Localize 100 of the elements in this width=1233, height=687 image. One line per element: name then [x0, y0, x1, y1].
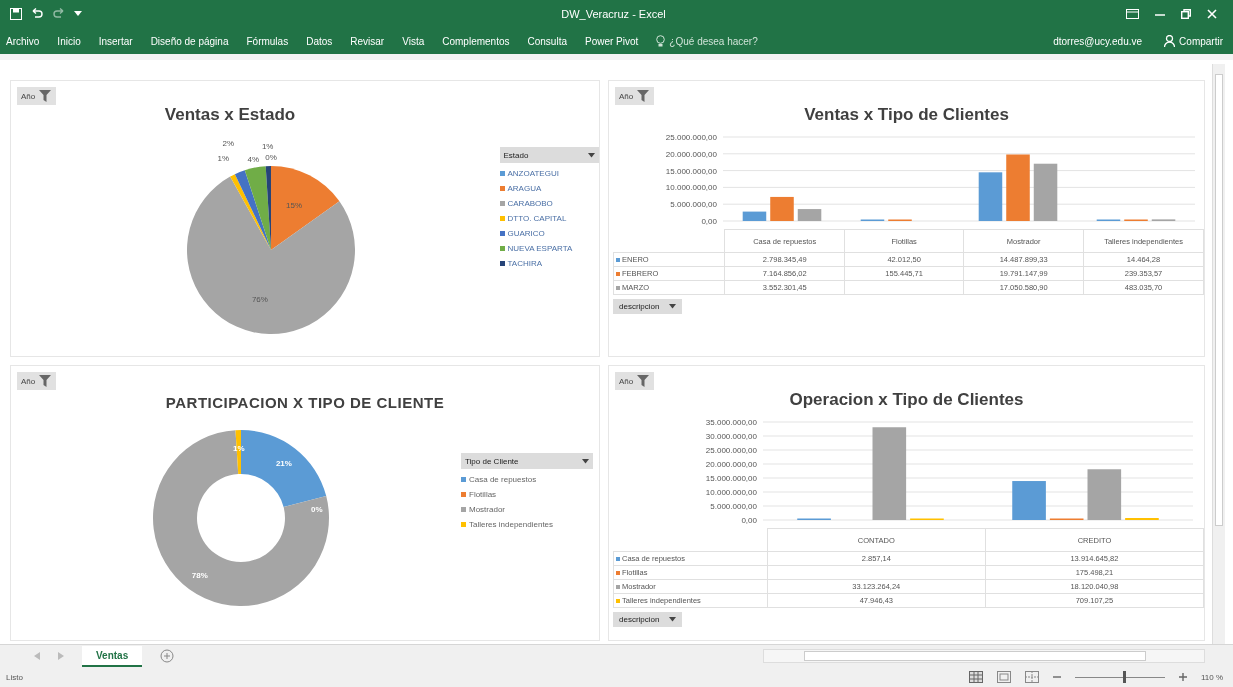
legend-swatch [616, 585, 620, 589]
legend-label: TACHIRA [507, 259, 543, 268]
page-layout-icon[interactable] [996, 671, 1011, 683]
vertical-scrollbar[interactable] [1212, 64, 1225, 644]
tell-me-field[interactable]: ¿Qué desea hacer? [656, 35, 770, 47]
filter-button[interactable]: Año [17, 87, 57, 105]
axis-tick-label: 35.000.000,00 [705, 418, 757, 427]
axis-tick-label: 30.000.000,00 [705, 432, 757, 441]
axis-tick-label: 10.000.000,00 [705, 488, 757, 497]
data-label: 78% [191, 570, 208, 580]
legend-swatch [499, 186, 505, 191]
funnel-icon [38, 375, 53, 387]
undo-icon[interactable] [30, 8, 44, 20]
share-button[interactable]: Compartir [1160, 33, 1227, 49]
legend-label: Talleres independientes [469, 520, 554, 529]
axis-tick-label: 20.000.000,00 [665, 149, 717, 159]
legend-swatch [499, 246, 505, 251]
legend-swatch [616, 272, 620, 276]
axis-tick-label: 25.000.000,00 [665, 133, 717, 142]
funnel-icon [38, 90, 53, 102]
legend-swatch [499, 201, 505, 206]
ribbon-tab[interactable]: Insertar [98, 35, 133, 47]
ribbon-tab[interactable]: Power Pivot [585, 35, 639, 47]
ribbon-tab[interactable]: Fórmulas [246, 35, 289, 47]
axis-tick-label: 10.000.000,00 [665, 183, 717, 193]
legend-label: ARAGUA [507, 184, 542, 193]
legend-swatch [461, 507, 466, 512]
data-label: 1% [217, 153, 230, 163]
axis-tick-label: 0,00 [701, 217, 717, 226]
lightbulb-icon [656, 35, 666, 47]
legend-label: GUARICO [507, 229, 545, 238]
legend-label: DTTO. CAPITAL [507, 214, 567, 223]
user-account[interactable]: dtorres@ucy.edu.ve [1053, 35, 1143, 47]
page-break-icon[interactable] [1024, 671, 1039, 683]
ribbon-display-icon[interactable] [1126, 9, 1139, 19]
ribbon-tab[interactable]: Diseño de página [150, 35, 229, 47]
axis-tick-label: 5.000.000,00 [710, 502, 757, 511]
axis-tick-label: 15.000.000,00 [665, 166, 717, 176]
data-label: 21% [275, 458, 292, 468]
data-label: 15% [286, 201, 303, 211]
filter-button[interactable]: Año [615, 372, 655, 390]
caret-icon[interactable] [74, 11, 82, 17]
ribbon-tab[interactable]: Archivo [6, 35, 40, 47]
ribbon-tab[interactable]: Complementos [442, 35, 510, 47]
zoom-out-icon[interactable] [1052, 673, 1061, 681]
person-icon [1164, 35, 1176, 47]
ribbon-tab[interactable]: Revisar [350, 35, 385, 47]
legend-label: Casa de repuestos [469, 475, 537, 484]
ribbon-tab[interactable]: Datos [306, 35, 333, 47]
legend-label: Mostrador [469, 505, 505, 514]
legend-label: NUEVA ESPARTA [507, 244, 573, 253]
legend-label: ANZOATEGUI [507, 169, 559, 178]
legend-swatch [499, 216, 505, 221]
field-dropdown[interactable]: Estado [499, 147, 599, 163]
legend-swatch [461, 492, 466, 497]
legend-swatch [499, 171, 505, 176]
status-text: Listo [6, 672, 23, 682]
legend-swatch [616, 286, 620, 290]
filter-button[interactable]: Año [615, 87, 655, 105]
dropdown-icon [669, 617, 677, 622]
dropdown-icon [588, 152, 595, 158]
ribbon-tab[interactable]: Vista [402, 35, 425, 47]
data-label: 4% [247, 154, 260, 164]
filter-button[interactable]: Año [17, 372, 57, 390]
normal-view-icon[interactable] [968, 671, 983, 683]
data-label: 2% [222, 139, 235, 149]
add-sheet-icon[interactable] [160, 649, 175, 663]
legend-label: Flotillas [469, 490, 497, 499]
ribbon-tab[interactable]: Inicio [57, 35, 81, 47]
dropdown-icon [582, 458, 589, 464]
window-title: DW_Veracruz - Excel [560, 8, 667, 20]
legend-label: CARABOBO [507, 199, 553, 208]
chart-title: Operacion x Tipo de Clientes [789, 390, 1024, 410]
horizontal-scrollbar[interactable] [763, 649, 1205, 663]
sheet-tab[interactable]: Ventas [82, 645, 143, 667]
legend-swatch [461, 477, 466, 482]
axis-tick-label: 0,00 [741, 516, 757, 525]
restore-icon[interactable] [1181, 9, 1191, 19]
legend-swatch [616, 599, 620, 603]
field-dropdown[interactable]: Tipo de Cliente [461, 453, 593, 469]
chart-title: PARTICIPACION X TIPO DE CLIENTE [165, 394, 445, 411]
zoom-in-icon[interactable] [1178, 673, 1187, 681]
data-label: 1% [233, 444, 245, 454]
field-dropdown[interactable]: descripcion [613, 299, 683, 314]
data-label: 0% [265, 153, 277, 162]
legend-swatch [616, 557, 620, 561]
data-label: 0% [311, 504, 323, 514]
close-icon[interactable] [1207, 9, 1217, 19]
axis-tick-label: 20.000.000,00 [705, 460, 757, 469]
data-label: 76% [251, 295, 268, 305]
zoom-level[interactable]: 110 % [1200, 672, 1223, 682]
save-icon[interactable] [10, 8, 22, 20]
chart-title: Ventas x Tipo de Clientes [804, 105, 1009, 125]
field-dropdown[interactable]: descripcion [613, 612, 683, 627]
legend-swatch [499, 231, 505, 236]
redo-icon[interactable] [52, 8, 66, 20]
data-label: 1% [261, 142, 274, 152]
legend-swatch [616, 571, 620, 575]
axis-tick-label: 15.000.000,00 [705, 474, 757, 483]
ribbon-tab[interactable]: Consulta [527, 35, 567, 47]
